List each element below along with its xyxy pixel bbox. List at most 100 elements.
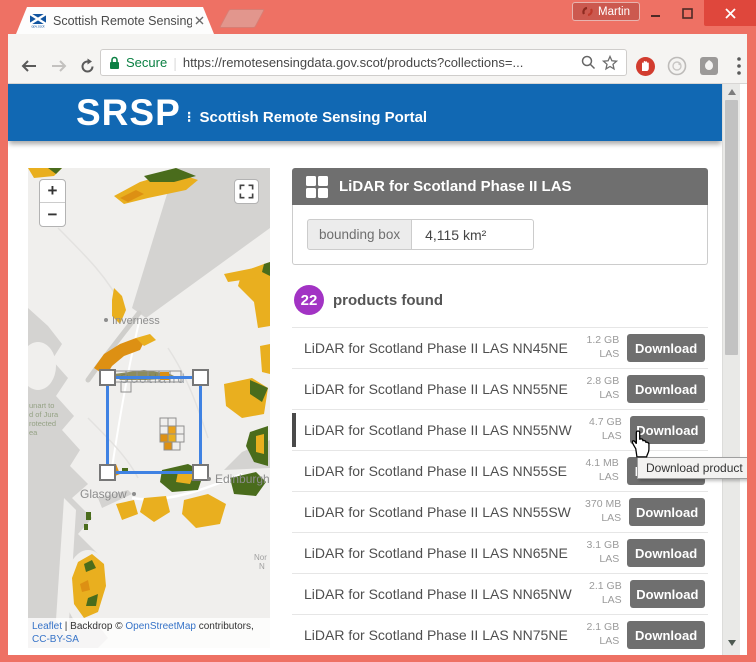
map-zoom-control: + − — [39, 179, 66, 227]
download-button[interactable]: Download — [627, 375, 705, 403]
profile-icon — [582, 6, 593, 17]
product-list: LiDAR for Scotland Phase II LAS NN45NE 1… — [292, 327, 708, 655]
zoom-in-button[interactable]: + — [40, 180, 65, 203]
zoom-out-button[interactable]: − — [40, 203, 65, 226]
collection-title: LiDAR for Scotland Phase II LAS — [339, 178, 572, 195]
download-button[interactable]: Download — [627, 334, 705, 362]
page-viewport: SRSP ⁝ Scottish Remote Sensing Portal — [8, 84, 747, 655]
scroll-down-icon[interactable] — [728, 640, 736, 646]
adblock-hand-icon[interactable] — [633, 54, 657, 78]
map-label-glasgow: Glasgow — [80, 487, 127, 501]
profile-chip[interactable]: Martin — [572, 2, 640, 21]
product-row: LiDAR for Scotland Phase II LAS NN45NE 1… — [292, 328, 708, 369]
download-button[interactable]: Download — [629, 498, 705, 526]
extension-ghost-icon[interactable] — [665, 54, 689, 78]
map-canvas[interactable]: Scotland — [28, 168, 270, 648]
brand-separator-icon: ⁝ — [187, 116, 192, 120]
profile-name: Martin — [598, 6, 630, 18]
filter-box: bounding box 4,115 km² — [292, 205, 708, 265]
grid-icon — [306, 176, 328, 198]
leaflet-link[interactable]: Leaflet — [32, 621, 62, 632]
svg-text:unart to: unart to — [29, 401, 54, 410]
scroll-up-icon[interactable] — [728, 89, 736, 95]
minimize-button[interactable] — [640, 0, 670, 26]
map-attribution: Leaflet | Backdrop © OpenStreetMap contr… — [28, 618, 270, 648]
map-label-north-2: N — [259, 562, 265, 571]
product-size: 2.1 GBLAS — [576, 621, 619, 648]
minimize-icon — [650, 8, 661, 19]
address-bar[interactable]: Secure | https://remotesensingdata.gov.s… — [100, 49, 627, 76]
saltire-favicon-icon: gov.scot — [30, 14, 46, 28]
magnifier-icon[interactable] — [581, 55, 596, 70]
tab-close-icon[interactable] — [192, 14, 206, 28]
bounding-box-field: bounding box 4,115 km² — [307, 219, 534, 250]
product-size: 2.1 GBLAS — [580, 580, 622, 607]
secure-label: Secure — [126, 55, 167, 70]
site-brand: SRSP — [76, 92, 181, 134]
maximize-icon — [682, 8, 693, 19]
product-row: LiDAR for Scotland Phase II LAS NN75NE 2… — [292, 615, 708, 655]
download-button[interactable]: Download — [627, 539, 705, 567]
browser-tab[interactable]: gov.scot Scottish Remote Sensing — [16, 7, 214, 34]
download-button[interactable]: Download — [630, 580, 705, 608]
title-bar: gov.scot Scottish Remote Sensing Martin — [0, 0, 756, 34]
forward-icon — [50, 58, 68, 74]
page-scrollbar[interactable] — [722, 84, 740, 655]
map-label-inverness: Inverness — [112, 315, 160, 327]
product-size: 2.8 GBLAS — [576, 375, 619, 402]
bookmark-star-icon[interactable] — [602, 55, 618, 71]
reload-button[interactable] — [74, 53, 100, 79]
product-name: LiDAR for Scotland Phase II LAS NN65NW — [304, 586, 572, 602]
license-link[interactable]: CC-BY-SA — [32, 634, 79, 645]
url-text: https://remotesensingdata.gov.scot/produ… — [183, 55, 575, 70]
maximize-button[interactable] — [672, 0, 702, 26]
svg-text:rotected: rotected — [29, 419, 56, 428]
reload-icon — [79, 58, 96, 75]
product-size: 3.1 GBLAS — [576, 539, 619, 566]
lock-icon — [109, 56, 120, 70]
product-row: LiDAR for Scotland Phase II LAS NN65NE 3… — [292, 533, 708, 574]
site-header: SRSP ⁝ Scottish Remote Sensing Portal — [8, 84, 722, 141]
product-name: LiDAR for Scotland Phase II LAS NN55NE — [304, 381, 568, 397]
new-tab-button[interactable] — [219, 9, 265, 28]
svg-text:gov.scot: gov.scot — [31, 24, 44, 27]
fullscreen-icon — [239, 184, 254, 199]
back-icon — [20, 58, 38, 74]
results-found-label: products found — [333, 292, 443, 309]
scrollbar-thumb[interactable] — [725, 100, 738, 355]
cursor-pointer-icon — [630, 430, 652, 463]
download-button[interactable]: Download — [627, 621, 705, 649]
product-name: LiDAR for Scotland Phase II LAS NN55NW — [304, 422, 572, 438]
svg-text:ea: ea — [29, 428, 38, 437]
browser-toolbar: Secure | https://remotesensingdata.gov.s… — [8, 34, 747, 84]
results-panel: LiDAR for Scotland Phase II LAS bounding… — [292, 168, 708, 655]
product-name: LiDAR for Scotland Phase II LAS NN55SW — [304, 504, 571, 520]
product-name: LiDAR for Scotland Phase II LAS NN65NE — [304, 545, 568, 561]
menu-dots-icon[interactable] — [727, 54, 751, 78]
close-button[interactable] — [704, 0, 756, 26]
browser-window: gov.scot Scottish Remote Sensing Martin — [0, 0, 756, 662]
download-tooltip: Download product — [637, 457, 747, 479]
results-count-badge: 22 — [294, 285, 324, 315]
fullscreen-button[interactable] — [234, 179, 259, 204]
site-subtitle: Scottish Remote Sensing Portal — [200, 109, 428, 126]
bounding-box-label: bounding box — [307, 219, 412, 250]
collection-header: LiDAR for Scotland Phase II LAS — [292, 168, 708, 205]
forward-button[interactable] — [46, 53, 72, 79]
extension-square-icon[interactable] — [697, 54, 721, 78]
close-icon — [725, 8, 736, 19]
product-name: LiDAR for Scotland Phase II LAS NN75NE — [304, 627, 568, 643]
product-row: LiDAR for Scotland Phase II LAS NN55NE 2… — [292, 369, 708, 410]
product-name: LiDAR for Scotland Phase II LAS NN55SE — [304, 463, 567, 479]
product-size: 1.2 GBLAS — [576, 334, 619, 361]
omnibox-divider: | — [173, 55, 177, 71]
results-summary: 22 products found — [292, 285, 708, 315]
svg-text:d of Jura: d of Jura — [29, 410, 59, 419]
back-button[interactable] — [16, 53, 42, 79]
product-row: LiDAR for Scotland Phase II LAS NN65NW 2… — [292, 574, 708, 615]
map[interactable]: Scotland — [28, 168, 270, 648]
osm-link[interactable]: OpenStreetMap — [125, 621, 196, 632]
map-label-edinburgh: Edinburgh — [215, 472, 270, 486]
product-name: LiDAR for Scotland Phase II LAS NN45NE — [304, 340, 568, 356]
bounding-box-value[interactable]: 4,115 km² — [412, 219, 534, 250]
